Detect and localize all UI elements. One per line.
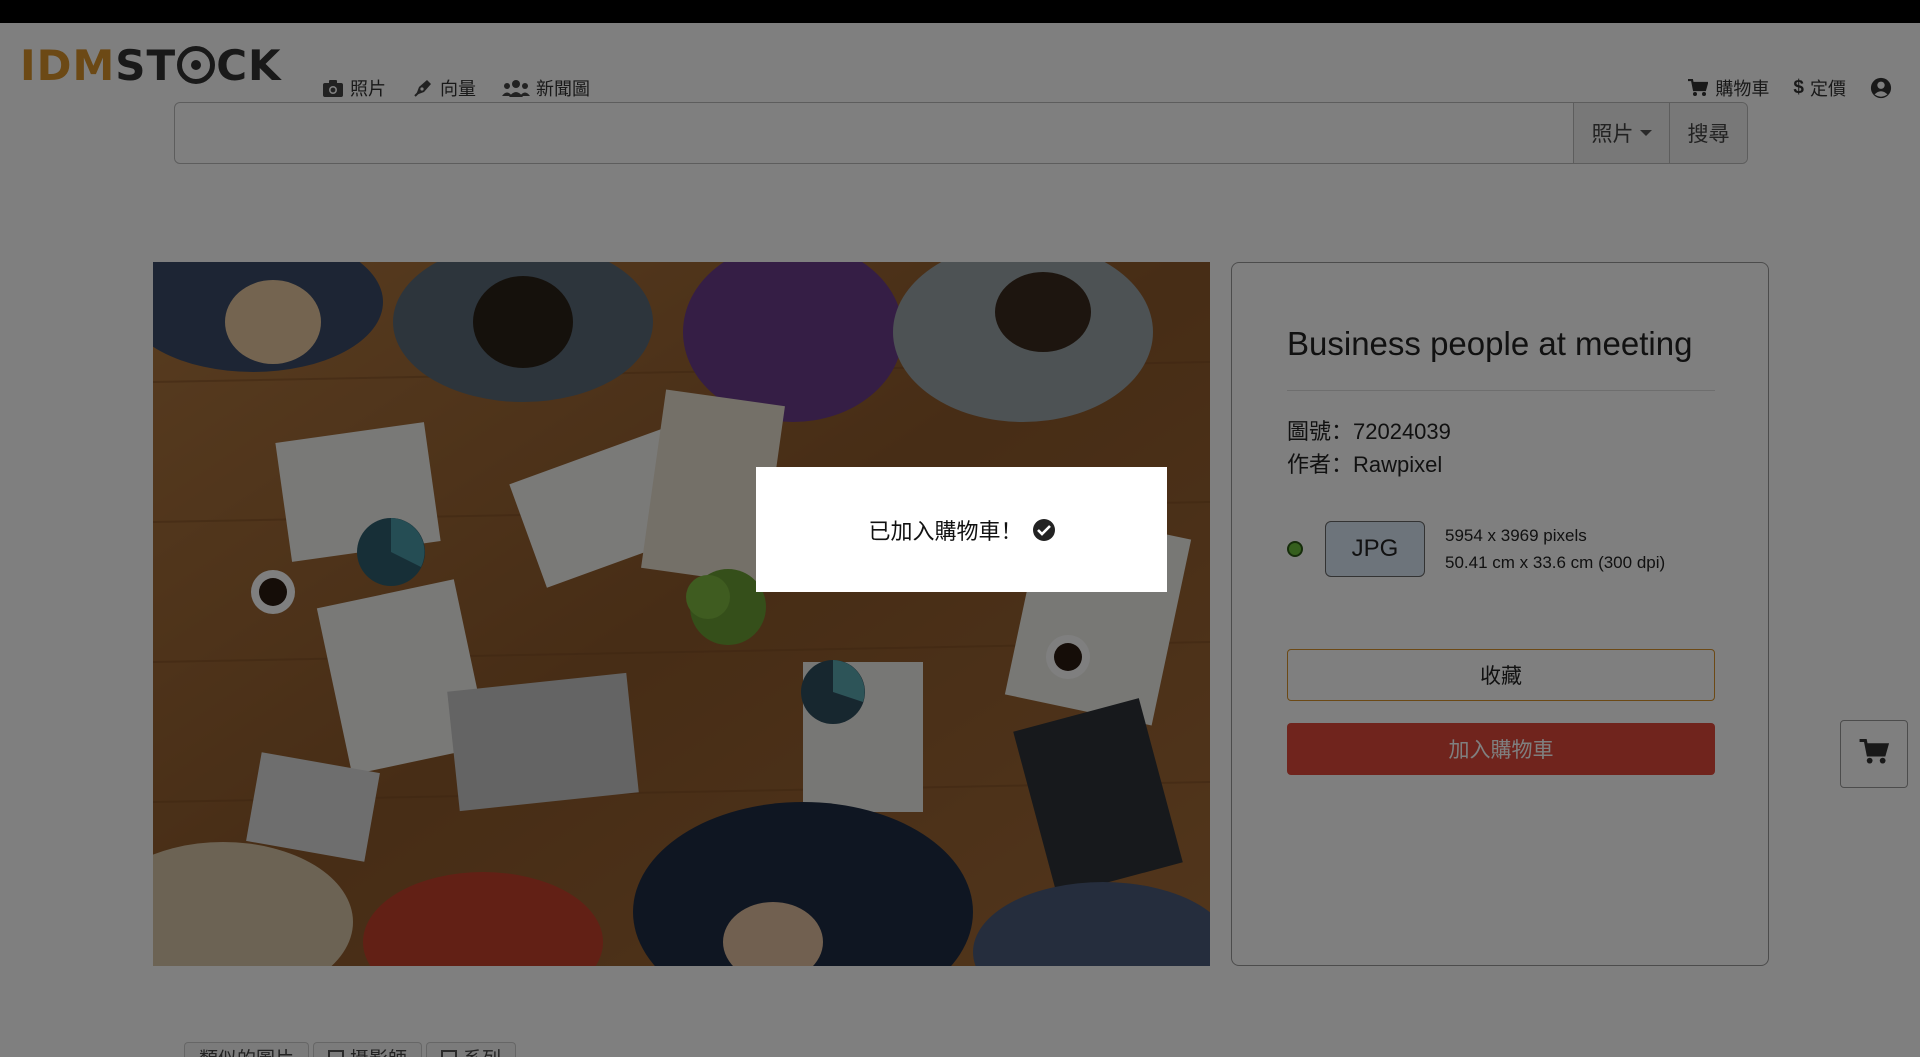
check-circle-icon	[1032, 518, 1055, 541]
browser-top-bar	[0, 0, 1920, 23]
added-to-cart-modal: 已加入購物車！	[756, 467, 1167, 592]
modal-message: 已加入購物車！	[868, 518, 1023, 544]
